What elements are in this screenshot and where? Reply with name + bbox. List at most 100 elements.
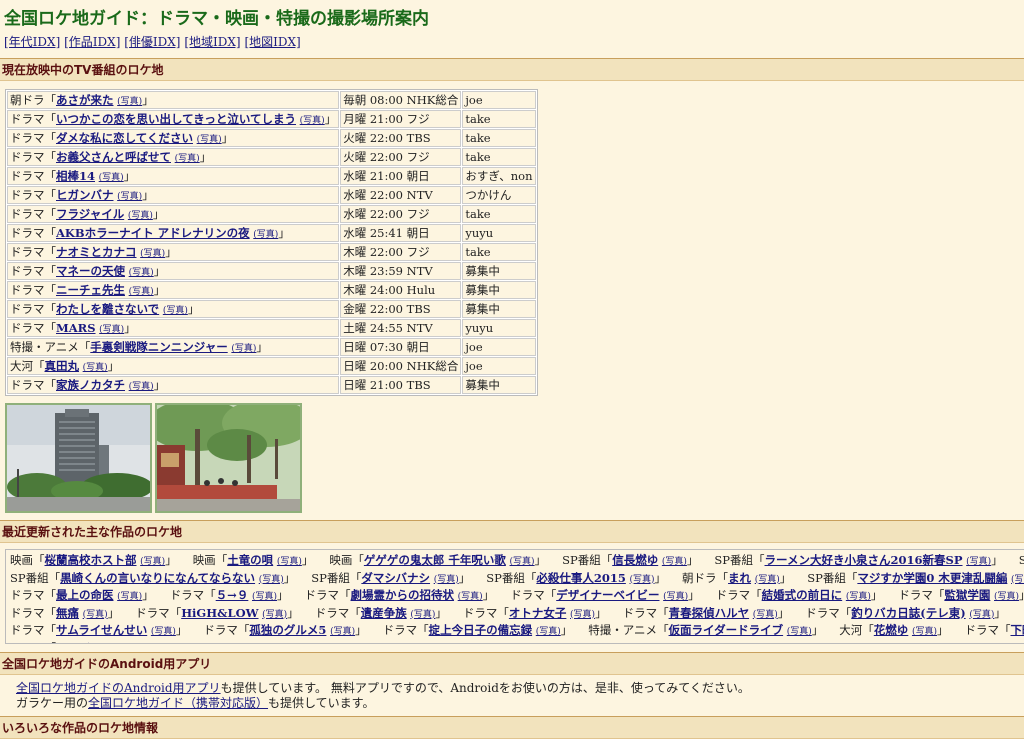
recent-work-link[interactable]: オトナ女子 bbox=[509, 606, 567, 620]
recent-work-link[interactable]: 孤独のグルメ5 bbox=[249, 623, 326, 637]
index-link-region[interactable]: [地域IDX] bbox=[184, 35, 240, 49]
program-title-link[interactable]: ニーチェ先生 bbox=[56, 283, 125, 297]
photo-link[interactable]: (写真) bbox=[231, 344, 256, 354]
photo-link[interactable]: (写真) bbox=[410, 610, 435, 620]
index-link-map[interactable]: [地図IDX] bbox=[244, 35, 300, 49]
photo-link[interactable]: (写真) bbox=[434, 575, 459, 585]
program-title-link[interactable]: ヒガンバナ bbox=[56, 188, 114, 202]
recent-work-link[interactable]: 遺産争族 bbox=[361, 606, 407, 620]
program-title-link[interactable]: フラジャイル bbox=[56, 207, 124, 221]
photo-link[interactable]: (写真) bbox=[117, 97, 142, 107]
program-contributor: 募集中 bbox=[462, 262, 536, 280]
recent-work-link[interactable]: エンジェル・ハート bbox=[56, 641, 160, 644]
photo-link[interactable]: (写真) bbox=[846, 592, 871, 602]
photo-link[interactable]: (写真) bbox=[197, 135, 222, 145]
program-title-link[interactable]: あさが来た bbox=[56, 93, 114, 107]
program-title-link[interactable]: わたしを離さないで bbox=[56, 302, 159, 316]
recent-work-link[interactable]: 仮面ライダードライブ bbox=[669, 623, 784, 637]
photo-link[interactable]: (写真) bbox=[140, 557, 165, 567]
photo-link[interactable]: (写真) bbox=[140, 249, 165, 259]
photo-link[interactable]: (写真) bbox=[458, 592, 483, 602]
recent-work-link[interactable]: 下町ロケット bbox=[1010, 623, 1024, 637]
program-title-link[interactable]: 真田丸 bbox=[45, 359, 80, 373]
recent-work-link[interactable]: ５→９ bbox=[216, 588, 249, 602]
recent-work-genre: ドラマ bbox=[10, 605, 45, 620]
recent-work-link[interactable]: 土竜の唄 bbox=[227, 553, 273, 567]
mobile-site-link[interactable]: 全国ロケ地ガイド（携帯対応版） bbox=[88, 696, 268, 710]
recent-work-link[interactable]: サムライせんせい bbox=[56, 623, 147, 637]
photo-link[interactable]: (写真) bbox=[252, 592, 277, 602]
recent-work-link[interactable]: 花燃ゆ bbox=[874, 623, 909, 637]
recent-work-link[interactable]: 最上の命医 bbox=[56, 588, 114, 602]
recent-work-link[interactable]: 黒崎くんの言いなりになんてならない bbox=[60, 571, 255, 585]
android-app-link[interactable]: 全国ロケ地ガイドのAndroid用アプリ bbox=[16, 681, 221, 695]
index-link-actor[interactable]: [俳優IDX] bbox=[124, 35, 180, 49]
location-photo-building[interactable] bbox=[5, 403, 152, 513]
recent-work-link[interactable]: 掟上今日子の備忘録 bbox=[429, 623, 533, 637]
recent-work-link[interactable]: マジすか学園0 木更津乱闘編 bbox=[857, 571, 1007, 585]
program-title-link[interactable]: ナオミとカナコ bbox=[56, 245, 137, 259]
photo-link[interactable]: (写真) bbox=[330, 627, 355, 637]
recent-work-link[interactable]: 必殺仕事人2015 bbox=[536, 571, 626, 585]
program-title-link[interactable]: 相棒14 bbox=[56, 169, 95, 183]
recent-work-link[interactable]: 釣りバカ日誌(テレ東) bbox=[851, 606, 965, 620]
program-title-link[interactable]: AKBホラーナイト アドレナリンの夜 bbox=[56, 226, 250, 240]
photo-link[interactable]: (写真) bbox=[300, 116, 325, 126]
recent-work-link[interactable]: 無痛 bbox=[56, 606, 79, 620]
index-link-work[interactable]: [作品IDX] bbox=[64, 35, 120, 49]
photo-link[interactable]: (写真) bbox=[175, 154, 200, 164]
photo-link[interactable]: (写真) bbox=[536, 627, 561, 637]
program-title-link[interactable]: いつかこの恋を思い出してきっと泣いてしまう bbox=[56, 112, 296, 126]
photo-link[interactable]: (写真) bbox=[151, 627, 176, 637]
photo-link[interactable]: (写真) bbox=[259, 575, 284, 585]
recent-work-link[interactable]: 劇場霊からの招待状 bbox=[351, 588, 455, 602]
photo-link[interactable]: (写真) bbox=[753, 610, 778, 620]
recent-work-link[interactable]: HiGH&LOW bbox=[181, 606, 258, 620]
recent-work-link[interactable]: 桜蘭高校ホスト部 bbox=[45, 553, 137, 567]
program-title-link[interactable]: マネーの天使 bbox=[56, 264, 125, 278]
recent-work-link[interactable]: 青春探偵ハルヤ bbox=[669, 606, 750, 620]
photo-link[interactable]: (写真) bbox=[969, 610, 994, 620]
recent-work-link[interactable]: ダマシバナシ bbox=[361, 571, 430, 585]
photo-link[interactable]: (写真) bbox=[630, 575, 655, 585]
photo-link[interactable]: (写真) bbox=[129, 268, 154, 278]
photo-link[interactable]: (写真) bbox=[129, 382, 154, 392]
recent-work-link[interactable]: ラーメン大好き小泉さん2016新春SP bbox=[765, 553, 963, 567]
photo-link[interactable]: (写真) bbox=[966, 557, 991, 567]
program-row: ドラマ「ニーチェ先生 (写真)」 木曜 24:00 Hulu 募集中 bbox=[7, 281, 536, 299]
photo-link[interactable]: (写真) bbox=[129, 287, 154, 297]
photo-link[interactable]: (写真) bbox=[117, 592, 142, 602]
photo-link[interactable]: (写真) bbox=[117, 192, 142, 202]
photo-link[interactable]: (写真) bbox=[662, 557, 687, 567]
photo-link[interactable]: (写真) bbox=[570, 610, 595, 620]
recent-work-link[interactable]: まれ bbox=[728, 571, 751, 585]
photo-link[interactable]: (写真) bbox=[912, 627, 937, 637]
photo-link[interactable]: (写真) bbox=[262, 610, 287, 620]
recent-work-link[interactable]: 結婚式の前日に bbox=[762, 588, 843, 602]
photo-link[interactable]: (写真) bbox=[994, 592, 1019, 602]
photo-link[interactable]: (写真) bbox=[83, 610, 108, 620]
photo-link[interactable]: (写真) bbox=[99, 173, 124, 183]
program-title-link[interactable]: MARS bbox=[56, 321, 96, 335]
photo-link[interactable]: (写真) bbox=[787, 627, 812, 637]
photo-link[interactable]: (写真) bbox=[1011, 575, 1024, 585]
program-title-link[interactable]: お義父さんと呼ばせて bbox=[56, 150, 171, 164]
recent-work-link[interactable]: 監獄学園 bbox=[944, 588, 990, 602]
program-title-link[interactable]: 家族ノカタチ bbox=[56, 378, 125, 392]
photo-link[interactable]: (写真) bbox=[277, 557, 302, 567]
photo-link[interactable]: (写真) bbox=[83, 363, 108, 373]
recent-work-link[interactable]: デザイナーベイビー bbox=[556, 588, 659, 602]
photo-link[interactable]: (写真) bbox=[663, 592, 688, 602]
photo-link[interactable]: (写真) bbox=[99, 325, 124, 335]
index-link-year[interactable]: [年代IDX] bbox=[4, 35, 60, 49]
program-title-link[interactable]: ダメな私に恋してください bbox=[56, 131, 193, 145]
photo-link[interactable]: (写真) bbox=[128, 211, 153, 221]
photo-link[interactable]: (写真) bbox=[163, 306, 188, 316]
program-title-link[interactable]: 手裏剣戦隊ニンニンジャー bbox=[90, 340, 227, 354]
recent-work-link[interactable]: 信長燃ゆ bbox=[612, 553, 658, 567]
photo-link[interactable]: (写真) bbox=[253, 230, 278, 240]
recent-work-link[interactable]: ゲゲゲの鬼太郎 千年呪い歌 bbox=[364, 553, 506, 567]
photo-link[interactable]: (写真) bbox=[755, 575, 780, 585]
location-photo-street[interactable] bbox=[155, 403, 302, 513]
photo-link[interactable]: (写真) bbox=[510, 557, 535, 567]
